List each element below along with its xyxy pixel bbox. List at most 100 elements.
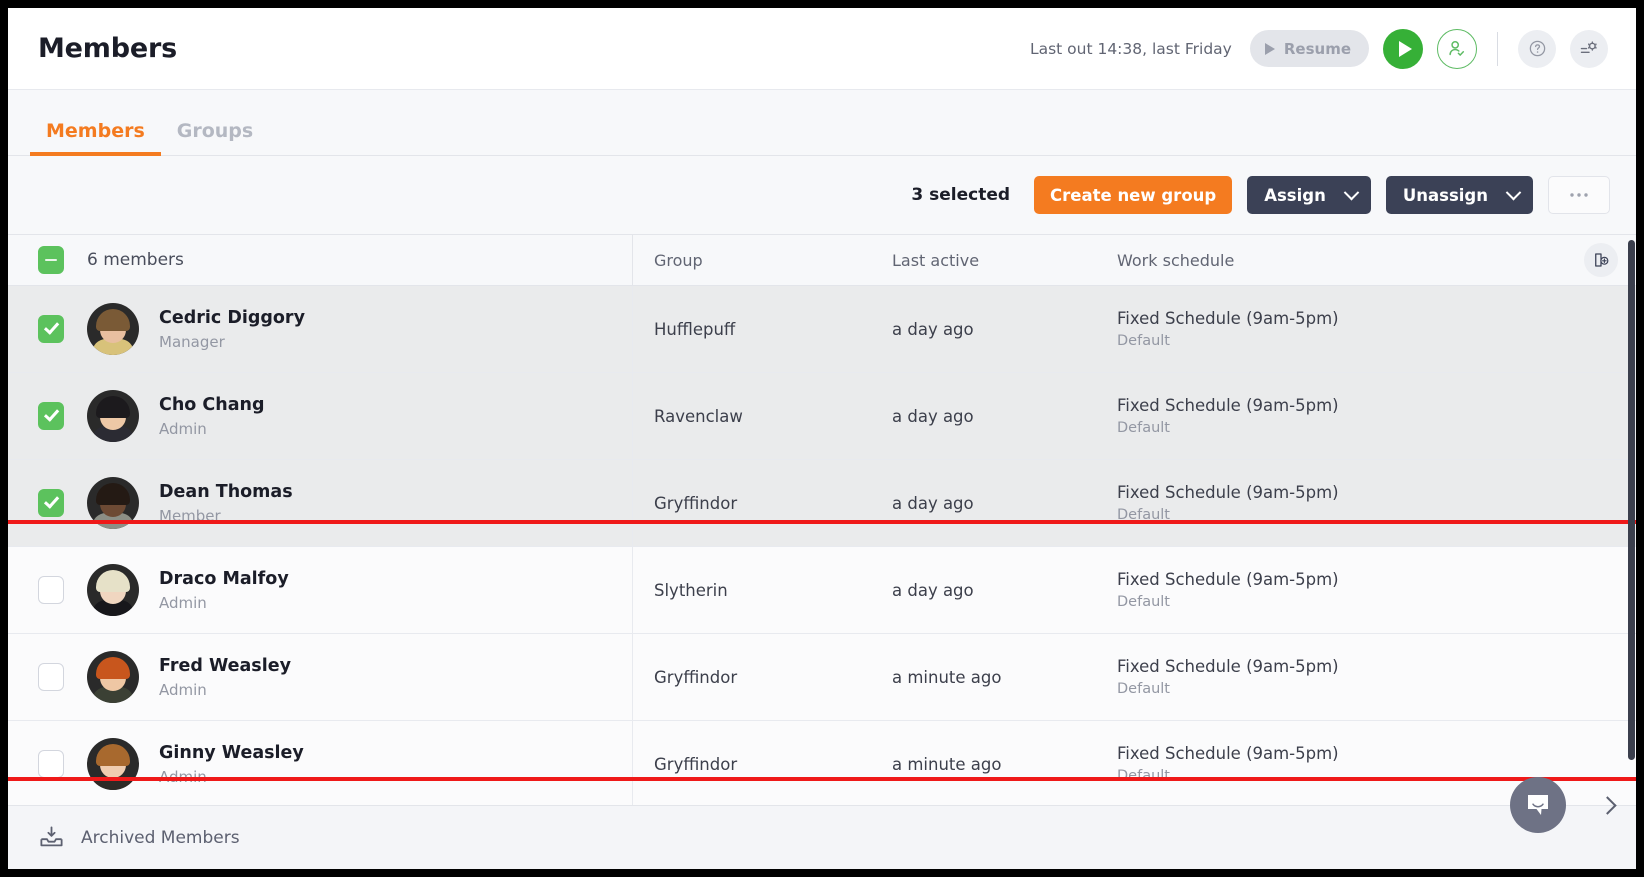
row-checkbox[interactable]: [38, 576, 64, 604]
start-timer-button[interactable]: [1383, 28, 1423, 69]
members-table: 6 members Group Last active Work schedul…: [8, 234, 1636, 808]
chevron-down-icon: [1505, 184, 1522, 200]
bulk-action-bar: 3 selected Create new group Assign Unass…: [8, 156, 1636, 234]
avatar: [87, 477, 139, 529]
member-identity: Fred Weasley Admin: [159, 656, 291, 699]
assign-button-label: Assign: [1264, 185, 1326, 205]
check-icon: [43, 492, 60, 509]
check-icon: [43, 318, 60, 335]
page-title: Members: [38, 33, 177, 64]
header-cell-last-active: Last active: [892, 250, 980, 270]
schedule-name: Fixed Schedule (9am-5pm): [1117, 396, 1339, 415]
row-cell-group: Gryffindor: [654, 667, 738, 687]
table-body: Cedric Diggory Manager Hufflepuff a day ago…: [8, 286, 1636, 808]
column-divider: [632, 634, 633, 720]
column-divider: [632, 373, 633, 459]
row-cell-group: Ravenclaw: [654, 406, 743, 426]
table-row[interactable]: Dean Thomas Member Gryffindor a day ago Fixe…: [8, 460, 1636, 547]
avatar: [87, 390, 139, 442]
row-cell-last-active: a minute ago: [892, 667, 1002, 687]
top-bar-actions: Last out 14:38, last Friday Resume: [1029, 28, 1608, 69]
member-role: Admin: [159, 419, 207, 438]
member-name: Fred Weasley: [159, 655, 292, 676]
schedule-sub: Default: [1117, 507, 1170, 523]
header-cell-name: 6 members: [8, 246, 632, 274]
row-cell-work-schedule: Fixed Schedule (9am-5pm) Default: [1117, 309, 1636, 349]
select-all-checkbox[interactable]: [38, 246, 64, 274]
member-role: Admin: [159, 767, 207, 786]
schedule-name: Fixed Schedule (9am-5pm): [1117, 657, 1339, 676]
avatar: [87, 651, 139, 703]
add-column-button[interactable]: [1584, 243, 1618, 277]
more-actions-button[interactable]: [1548, 176, 1610, 214]
row-cell-group: Gryffindor: [654, 493, 738, 513]
members-count-label: 6 members: [87, 250, 184, 270]
schedule-name: Fixed Schedule (9am-5pm): [1117, 309, 1339, 328]
row-checkbox[interactable]: [38, 489, 64, 517]
help-circle-icon: [1529, 40, 1545, 57]
member-role: Manager: [159, 332, 225, 351]
footer-bar: Archived Members: [8, 805, 1636, 869]
chevron-down-icon: [1343, 184, 1360, 200]
column-divider: [632, 460, 633, 546]
schedule-sub: Default: [1117, 594, 1170, 610]
tab-groups[interactable]: Groups: [161, 120, 269, 155]
table-row[interactable]: Ginny Weasley Admin Gryffindor a minute ago…: [8, 721, 1636, 808]
archive-download-icon: [40, 826, 63, 847]
row-checkbox[interactable]: [38, 750, 64, 778]
check-icon: [43, 405, 60, 422]
member-identity: Ginny Weasley Admin: [159, 743, 304, 786]
avatar: [87, 303, 139, 355]
schedule-sub: Default: [1117, 420, 1170, 436]
play-icon: [1398, 40, 1412, 57]
schedule-sub: Default: [1117, 768, 1170, 784]
table-row[interactable]: Draco Malfoy Admin Slytherin a day ago Fixed…: [8, 547, 1636, 634]
row-cell-last-active: a day ago: [892, 406, 974, 426]
resume-button[interactable]: Resume: [1249, 30, 1369, 67]
app-window: Members Last out 14:38, last Friday Resu…: [8, 8, 1636, 869]
chat-launcher-button[interactable]: [1510, 777, 1566, 833]
row-checkbox[interactable]: [38, 315, 64, 343]
unassign-button-label: Unassign: [1402, 185, 1488, 205]
member-name: Ginny Weasley: [159, 742, 304, 763]
row-cell-work-schedule: Fixed Schedule (9am-5pm) Default: [1117, 657, 1636, 697]
row-checkbox[interactable]: [38, 663, 64, 691]
row-cell-work-schedule: Fixed Schedule (9am-5pm) Default: [1117, 483, 1636, 523]
member-name: Draco Malfoy: [159, 568, 289, 589]
help-button[interactable]: [1518, 29, 1556, 68]
archived-members-link[interactable]: Archived Members: [81, 828, 240, 848]
settings-button[interactable]: [1570, 29, 1608, 68]
row-cell-name: Cho Chang Admin: [8, 390, 632, 442]
table-row[interactable]: Cho Chang Admin Ravenclaw a day ago Fixed Sc…: [8, 373, 1636, 460]
tab-members[interactable]: Members: [30, 120, 161, 156]
schedule-sub: Default: [1117, 681, 1170, 697]
vertical-scrollbar[interactable]: [1628, 240, 1635, 760]
tab-bar: Members Groups: [8, 90, 1636, 156]
table-header-row: 6 members Group Last active Work schedul…: [8, 234, 1636, 286]
row-cell-group: Slytherin: [654, 580, 728, 600]
member-identity: Cedric Diggory Manager: [159, 308, 305, 351]
member-identity: Cho Chang Admin: [159, 395, 265, 438]
member-name: Dean Thomas: [159, 481, 293, 502]
row-checkbox[interactable]: [38, 402, 64, 430]
assign-button[interactable]: Assign: [1247, 176, 1371, 214]
schedule-sub: Default: [1117, 333, 1170, 349]
top-bar: Members Last out 14:38, last Friday Resu…: [8, 8, 1636, 90]
unassign-button[interactable]: Unassign: [1385, 176, 1533, 214]
last-out-status: Last out 14:38, last Friday: [1029, 39, 1232, 58]
chat-bubble-icon: [1528, 795, 1548, 815]
table-row[interactable]: Cedric Diggory Manager Hufflepuff a day ago…: [8, 286, 1636, 373]
member-check-button[interactable]: [1437, 28, 1477, 69]
column-divider: [632, 286, 633, 372]
table-row[interactable]: Fred Weasley Admin Gryffindor a minute ago F…: [8, 634, 1636, 721]
create-new-group-button[interactable]: Create new group: [1034, 176, 1233, 214]
member-name: Cedric Diggory: [159, 307, 305, 328]
row-cell-last-active: a day ago: [892, 580, 974, 600]
row-cell-name: Fred Weasley Admin: [8, 651, 632, 703]
member-role: Member: [159, 506, 221, 525]
column-divider: [632, 235, 633, 285]
schedule-name: Fixed Schedule (9am-5pm): [1117, 483, 1339, 502]
schedule-name: Fixed Schedule (9am-5pm): [1117, 744, 1339, 763]
member-identity: Dean Thomas Member: [159, 482, 293, 525]
play-icon: [1264, 42, 1275, 55]
